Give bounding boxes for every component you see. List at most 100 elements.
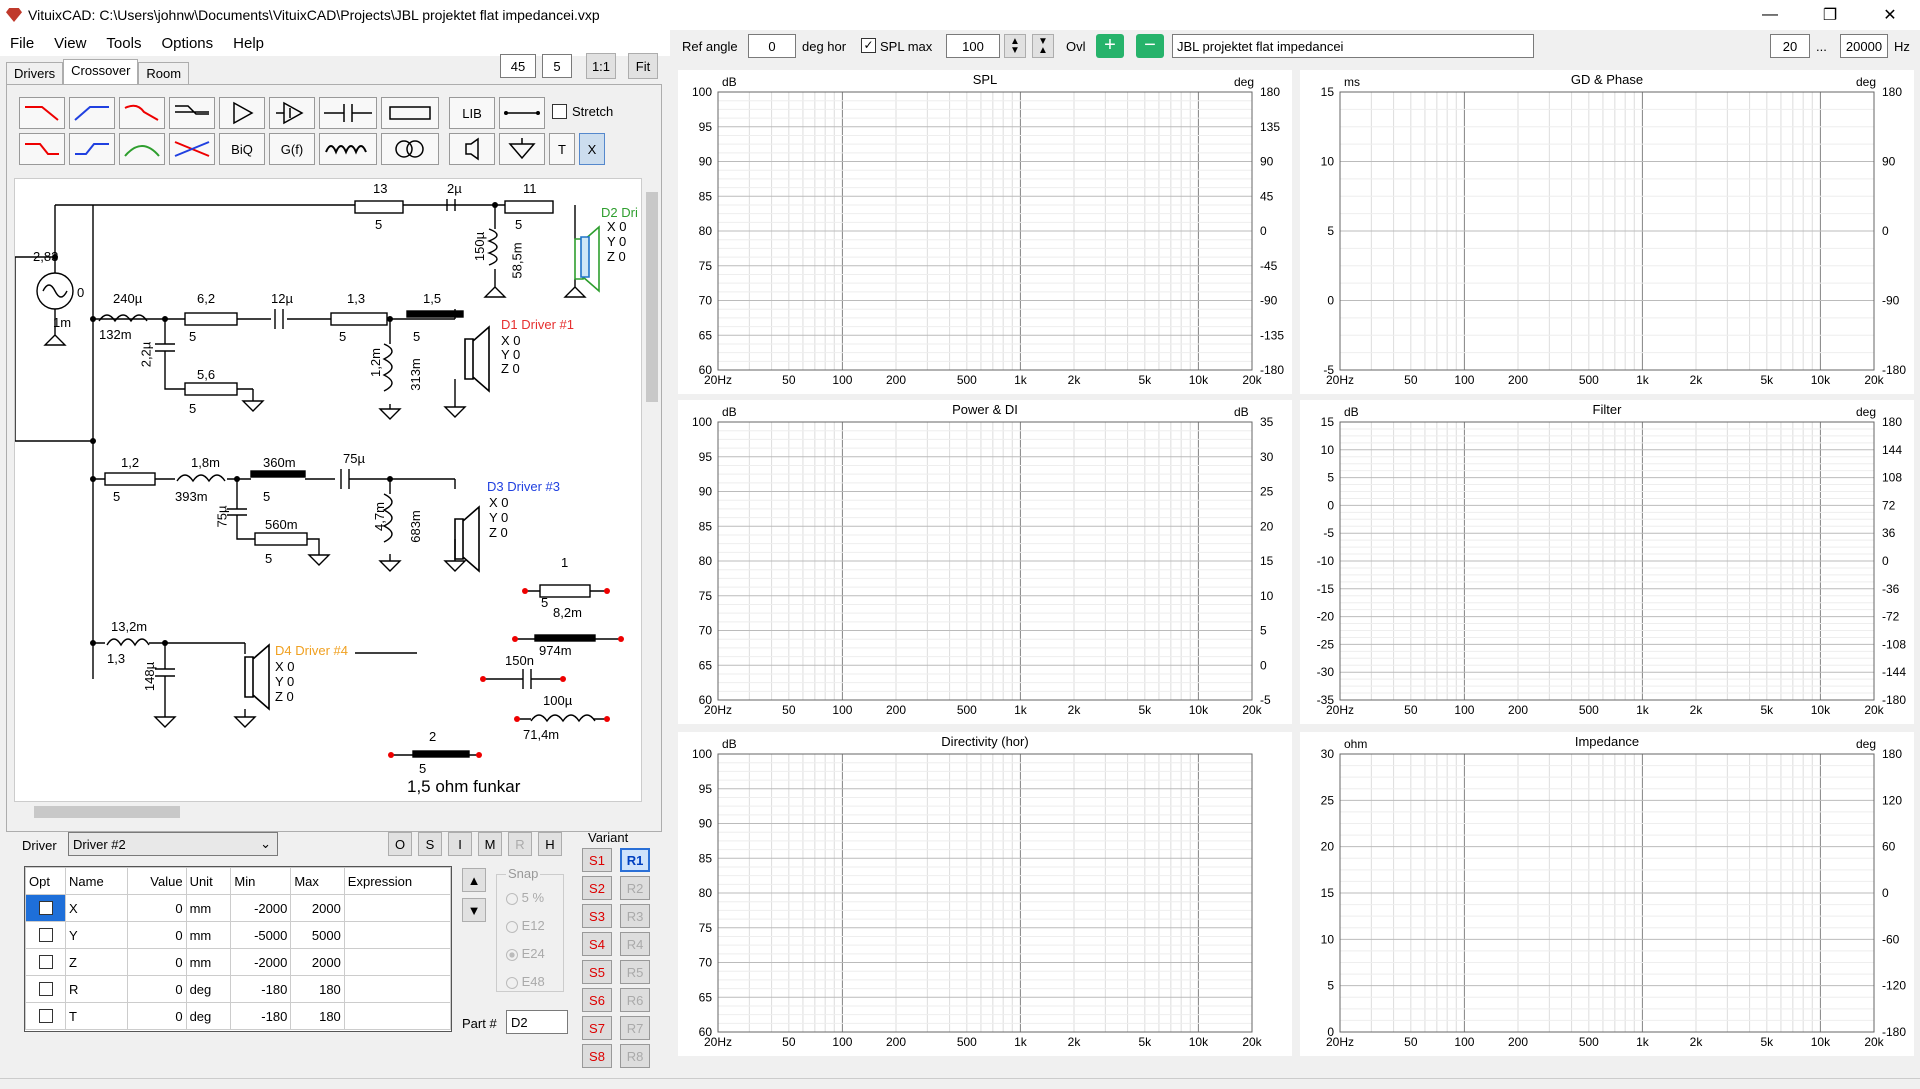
impedance-chart[interactable]: Impedance ohm deg 30 25 20 15 10 5 0 180 120 60 0 -60 -… — [1300, 732, 1914, 1056]
menu-help[interactable]: Help — [223, 35, 274, 52]
highpass-2-button[interactable] — [69, 133, 115, 165]
move-down-button[interactable]: ▼ — [462, 898, 486, 922]
spl-max-field[interactable]: 100 — [946, 34, 1000, 58]
minimize-button[interactable]: — — [1740, 0, 1800, 30]
shelf-button[interactable] — [169, 97, 215, 129]
opt-checkbox[interactable] — [25, 921, 66, 949]
opt-checkbox[interactable] — [25, 948, 66, 976]
row-max[interactable]: 2000 — [290, 894, 345, 922]
row-value[interactable]: 0 — [127, 948, 187, 976]
buffer-button[interactable] — [269, 97, 315, 129]
spl-chart[interactable]: SPL dB deg 100 95 90 85 80 75 70 65 60 180 135 90 45 0 -4… — [678, 70, 1292, 394]
variant-s5-button[interactable]: S5 — [582, 960, 612, 984]
row-min[interactable]: -5000 — [230, 921, 292, 949]
variant-r3-button[interactable]: R3 — [620, 904, 650, 928]
variant-s8-button[interactable]: S8 — [582, 1044, 612, 1068]
row-min[interactable]: -180 — [230, 975, 292, 1003]
variant-s3-button[interactable]: S3 — [582, 904, 612, 928]
table-row[interactable]: Y 0 mm -5000 5000 — [25, 921, 452, 949]
row-min[interactable]: -180 — [230, 1002, 292, 1030]
menu-options[interactable]: Options — [151, 35, 223, 52]
r-button[interactable]: R — [508, 832, 532, 856]
parameter-table[interactable]: Opt Name Value Unit Min Max Expression X… — [24, 866, 452, 1032]
ground-button[interactable] — [499, 133, 545, 165]
row-max[interactable]: 2000 — [290, 948, 345, 976]
m-button[interactable]: M — [478, 832, 502, 856]
row-expression[interactable] — [343, 948, 452, 976]
project-name-field[interactable]: JBL projektet flat impedancei — [1172, 34, 1534, 58]
row-expression[interactable] — [343, 921, 452, 949]
variant-s7-button[interactable]: S7 — [582, 1016, 612, 1040]
x-button[interactable]: X — [579, 133, 605, 165]
zoom-a-field[interactable]: 45 — [500, 54, 536, 78]
fit-button[interactable]: Fit — [628, 53, 658, 79]
row-min[interactable]: -2000 — [230, 894, 292, 922]
zoom-1to1-button[interactable]: 1:1 — [586, 53, 616, 79]
menu-tools[interactable]: Tools — [96, 35, 151, 52]
notch-button[interactable] — [169, 133, 215, 165]
schematic-hscroll[interactable] — [14, 803, 642, 821]
add-overlay-button[interactable]: + — [1096, 34, 1124, 58]
spl-fit-button[interactable]: ▼ ▲ — [1032, 34, 1054, 58]
table-row[interactable]: R 0 deg -180 180 — [25, 975, 452, 1003]
variant-r4-button[interactable]: R4 — [620, 932, 650, 956]
part-field[interactable]: D2 — [506, 1010, 568, 1034]
gf-button[interactable]: G(f) — [269, 133, 315, 165]
s-button[interactable]: S — [418, 832, 442, 856]
row-expression[interactable] — [343, 894, 452, 922]
row-value[interactable]: 0 — [127, 975, 187, 1003]
variant-r5-button[interactable]: R5 — [620, 960, 650, 984]
tab-drivers[interactable]: Drivers — [6, 62, 64, 84]
opt-checkbox[interactable] — [25, 894, 66, 922]
menu-view[interactable]: View — [44, 35, 96, 52]
variant-s6-button[interactable]: S6 — [582, 988, 612, 1012]
row-expression[interactable] — [343, 975, 452, 1003]
highpass-1-button[interactable] — [69, 97, 115, 129]
variant-r6-button[interactable]: R6 — [620, 988, 650, 1012]
variant-r7-button[interactable]: R7 — [620, 1016, 650, 1040]
snap-option-e24[interactable]: E24 — [506, 946, 545, 961]
close-button[interactable]: ✕ — [1860, 0, 1920, 30]
row-max[interactable]: 180 — [290, 975, 345, 1003]
row-value[interactable]: 0 — [127, 894, 187, 922]
tab-crossover[interactable]: Crossover — [63, 59, 139, 84]
wire-button[interactable] — [499, 97, 545, 129]
driver-button[interactable] — [449, 133, 495, 165]
variant-s4-button[interactable]: S4 — [582, 932, 612, 956]
variant-r2-button[interactable]: R2 — [620, 876, 650, 900]
snap-option-5[interactable]: 5 % — [506, 890, 544, 905]
schematic-vscroll[interactable] — [643, 178, 661, 802]
stretch-checkbox[interactable] — [552, 104, 567, 119]
directivity-chart[interactable]: Directivity (hor) dB 100 95 90 85 80 75 70 65 60 20… — [678, 732, 1292, 1056]
row-expression[interactable] — [343, 1002, 452, 1030]
lowpass-2-button[interactable] — [19, 133, 65, 165]
row-max[interactable]: 5000 — [290, 921, 345, 949]
freq-max-field[interactable]: 20000 — [1840, 34, 1888, 58]
power-di-chart[interactable]: Power & DI dB dB 100 95 90 85 80 75 70 65 60 35 30 25 2… — [678, 400, 1292, 724]
table-row[interactable]: Z 0 mm -2000 2000 — [25, 948, 452, 976]
move-up-button[interactable]: ▲ — [462, 868, 486, 892]
row-value[interactable]: 0 — [127, 1002, 187, 1030]
row-max[interactable]: 180 — [290, 1002, 345, 1030]
variant-s1-button[interactable]: S1 — [582, 848, 612, 872]
row-min[interactable]: -2000 — [230, 948, 292, 976]
freq-min-field[interactable]: 20 — [1770, 34, 1810, 58]
t-button[interactable]: T — [549, 133, 575, 165]
table-row[interactable]: X 0 mm -2000 2000 — [25, 894, 452, 922]
gd-phase-chart[interactable]: GD & Phase ms deg 15 10 5 0 -5 180 90 0 -90 -180 20Hz… — [1300, 70, 1914, 394]
opt-checkbox[interactable] — [25, 1002, 66, 1030]
spl-max-checkbox[interactable]: ✓ — [861, 38, 876, 53]
schematic-canvas[interactable]: 2,83 0 1m 13 5 2µ 11 5 150µ 58,5m D2 Dri… — [14, 178, 642, 802]
snap-option-e12[interactable]: E12 — [506, 918, 545, 933]
menu-file[interactable]: File — [0, 35, 44, 52]
peak-lowpass-button[interactable] — [119, 97, 165, 129]
zoom-b-field[interactable]: 5 — [542, 54, 572, 78]
lowpass-1-button[interactable] — [19, 97, 65, 129]
variant-r8-button[interactable]: R8 — [620, 1044, 650, 1068]
remove-overlay-button[interactable]: − — [1136, 34, 1164, 58]
resistor-button[interactable] — [381, 97, 439, 129]
snap-option-e48[interactable]: E48 — [506, 974, 545, 989]
bandpass-button[interactable] — [119, 133, 165, 165]
variant-r1-button[interactable]: R1 — [620, 848, 650, 872]
biquad-button[interactable]: BiQ — [219, 133, 265, 165]
